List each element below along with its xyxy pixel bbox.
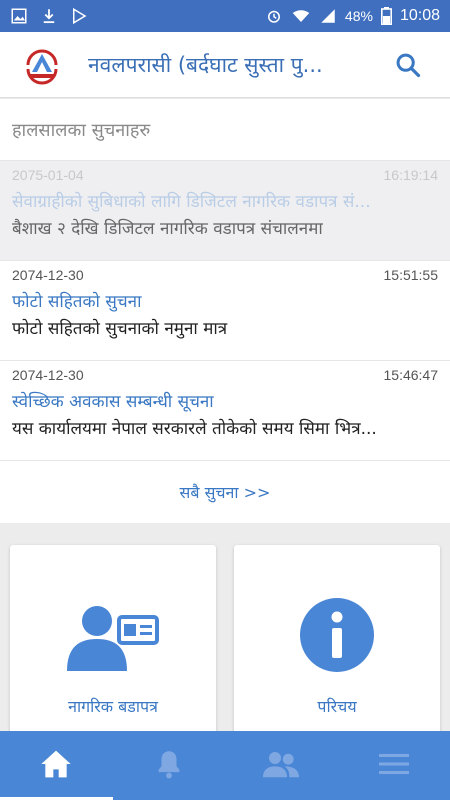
wifi-icon xyxy=(291,7,311,25)
citizen-charter-card[interactable]: नागरिक बडापत्र xyxy=(10,545,216,745)
notice-time: 15:46:47 xyxy=(383,367,439,383)
battery-icon xyxy=(380,7,392,25)
recent-notices-panel: हालसालका सुचनाहरु 2075-01-04 16:19:14 से… xyxy=(0,99,450,523)
notice-time: 15:51:55 xyxy=(383,267,439,283)
status-bar: 48% 10:08 xyxy=(0,0,450,32)
download-icon xyxy=(40,7,58,25)
notice-title: स्वेच्छिक अवकास सम्बन्धी सूचना xyxy=(12,392,214,412)
all-notices-link[interactable]: सबै सुचना >> xyxy=(0,461,450,523)
battery-percent: 48% xyxy=(344,8,373,24)
notice-time: 16:19:14 xyxy=(383,167,439,183)
bottom-navigation xyxy=(0,731,450,800)
nepal-emblem-logo xyxy=(22,45,62,85)
info-icon xyxy=(299,595,375,675)
home-icon xyxy=(40,749,72,783)
notice-body: यस कार्यालयमा नेपाल सरकारले तोकेको समय स… xyxy=(12,419,377,439)
notice-date: 2074-12-30 xyxy=(12,267,84,283)
signal-icon xyxy=(319,7,337,25)
alarm-icon xyxy=(265,7,283,25)
notice-date: 2075-01-04 xyxy=(12,167,84,183)
search-icon xyxy=(394,53,422,83)
app-title: नवलपरासी (बर्दघाट सुस्ता पु... xyxy=(88,52,323,77)
nav-home[interactable] xyxy=(0,731,113,800)
notice-body: बैशाख २ देखि डिजिटल नागरिक वडापत्र संचाल… xyxy=(12,219,323,239)
notice-item[interactable]: 2075-01-04 16:19:14 सेवाग्राहीको सुबिधाक… xyxy=(0,161,450,261)
notice-title: सेवाग्राहीको सुबिधाको लागि डिजिटल नागरिक… xyxy=(12,192,371,212)
notice-item[interactable]: 2074-12-30 15:46:47 स्वेच्छिक अवकास सम्ब… xyxy=(0,361,450,461)
nav-people[interactable] xyxy=(225,731,338,800)
notice-body: फोटो सहितको सुचनाको नमुना मात्र xyxy=(12,319,228,339)
feature-cards: नागरिक बडापत्र परिचय xyxy=(0,545,450,745)
card-label: परिचय xyxy=(317,697,357,716)
notice-title: फोटो सहितको सुचना xyxy=(12,292,142,312)
notice-date: 2074-12-30 xyxy=(12,367,84,383)
card-label: नागरिक बडापत्र xyxy=(68,697,158,716)
people-icon xyxy=(263,750,300,782)
search-button[interactable] xyxy=(394,51,422,79)
introduction-card[interactable]: परिचय xyxy=(234,545,440,745)
bell-icon xyxy=(155,749,183,783)
nav-notifications[interactable] xyxy=(113,731,226,800)
clock: 10:08 xyxy=(399,7,440,24)
citizen-id-icon xyxy=(65,595,161,675)
section-title: हालसालका सुचनाहरु xyxy=(0,99,450,161)
play-store-icon xyxy=(70,7,88,25)
nav-menu[interactable] xyxy=(338,731,450,800)
notice-item[interactable]: 2074-12-30 15:51:55 फोटो सहितको सुचना फो… xyxy=(0,261,450,361)
image-icon xyxy=(10,7,28,25)
app-bar: नवलपरासी (बर्दघाट सुस्ता पु... xyxy=(0,32,450,98)
menu-icon xyxy=(378,752,409,780)
